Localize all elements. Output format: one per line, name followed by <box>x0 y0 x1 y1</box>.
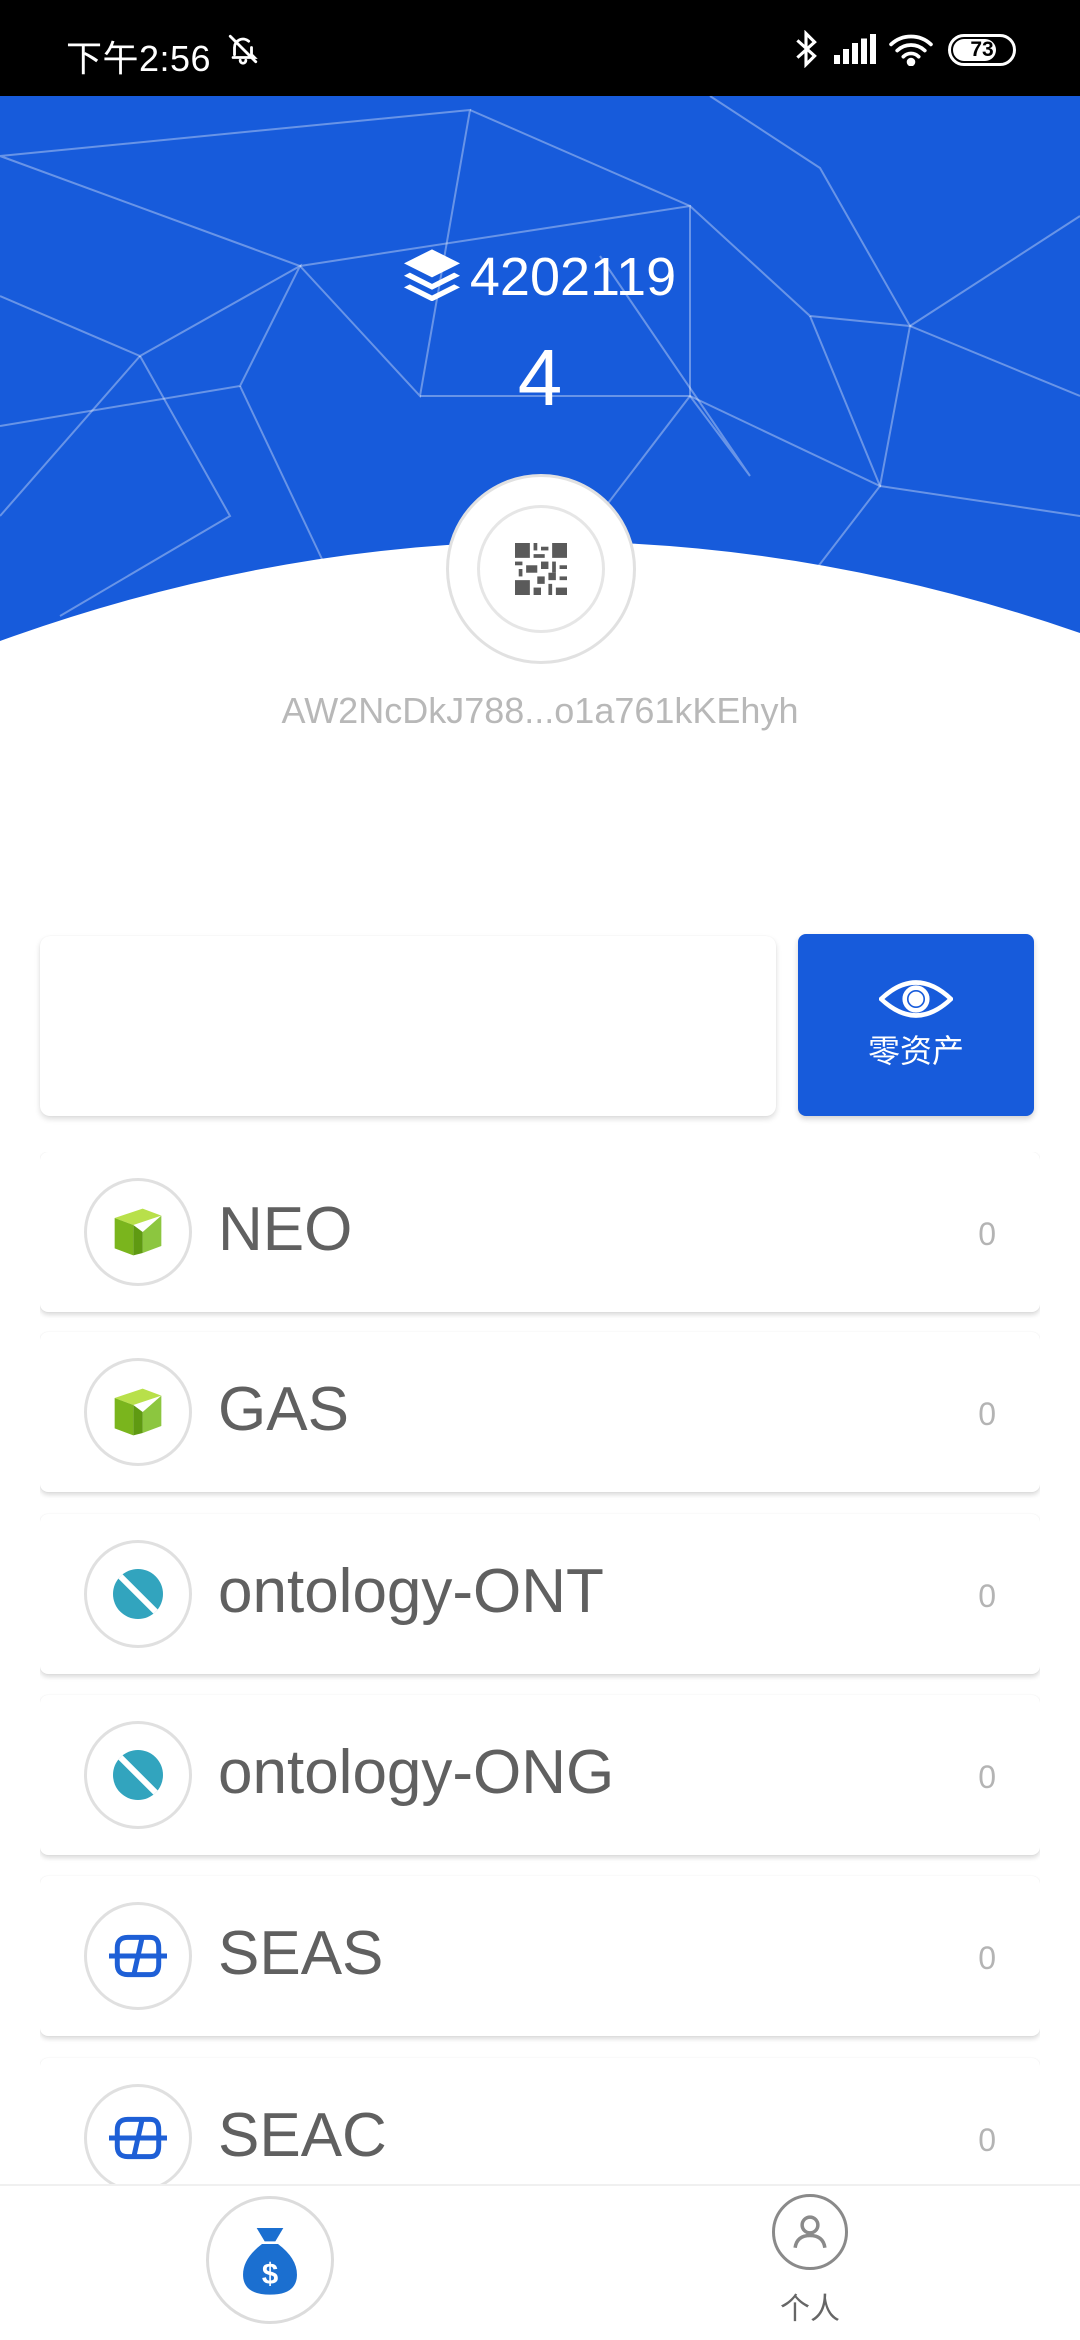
asset-name: SEAS <box>218 1919 384 1988</box>
neo-icon <box>84 1358 192 1466</box>
bell-off-icon <box>226 32 260 71</box>
ontology-icon <box>84 1540 192 1648</box>
sea-icon <box>84 1902 192 2010</box>
asset-list: NEO 0 GAS 0 ontology-ONT 0 ontology-ONG … <box>40 1152 1040 2184</box>
qr-code-button[interactable] <box>446 474 636 664</box>
asset-balance: 0 <box>978 1216 996 1252</box>
svg-text:$: $ <box>262 2258 278 2291</box>
bottom-nav: $ 个人 <box>0 2184 1080 2340</box>
wifi-icon <box>888 32 934 71</box>
money-bag-icon: $ <box>243 2228 297 2295</box>
signal-icon <box>834 34 876 69</box>
layers-icon <box>403 249 460 302</box>
asset-row-neo[interactable]: NEO 0 <box>40 1152 1040 1312</box>
asset-row-seac[interactable]: SEAC 0 <box>40 2058 1040 2184</box>
asset-name: SEAC <box>218 2101 387 2170</box>
asset-balance: 0 <box>978 1940 996 1976</box>
nav-wallet-tab[interactable]: $ <box>206 2196 334 2324</box>
asset-row-seas[interactable]: SEAS 0 <box>40 1876 1040 2036</box>
asset-name: ontology-ONT <box>218 1557 604 1626</box>
bluetooth-icon <box>795 29 817 73</box>
qr-code-ring <box>477 505 605 633</box>
sea-icon <box>84 2084 192 2184</box>
ontology-icon <box>84 1721 192 1829</box>
nav-me-tab[interactable]: 个人 <box>760 2194 860 2334</box>
eye-icon <box>879 980 953 1018</box>
asset-balance: 0 <box>978 1759 996 1795</box>
battery-level: 73 <box>970 38 994 61</box>
asset-row-gas[interactable]: GAS 0 <box>40 1332 1040 1492</box>
status-time: 下午2:56 <box>66 38 212 79</box>
battery-icon: 73 <box>948 34 1016 66</box>
asset-row-ontology-ont[interactable]: ontology-ONT 0 <box>40 1514 1040 1674</box>
asset-search-input[interactable] <box>40 936 776 1116</box>
zero-assets-toggle-button[interactable]: 零资产 <box>798 934 1034 1116</box>
asset-balance: 0 <box>978 1578 996 1614</box>
person-icon <box>772 2194 848 2270</box>
zero-assets-label: 零资产 <box>867 1033 964 1069</box>
block-height-value: 4202119 <box>469 247 677 307</box>
neo-icon <box>84 1178 192 1286</box>
asset-row-ontology-ong[interactable]: ontology-ONG 0 <box>40 1695 1040 1855</box>
qr-code-icon <box>515 543 567 595</box>
nav-me-label: 个人 <box>780 2293 840 2326</box>
status-bar: 下午2:56 73 <box>0 0 1080 96</box>
asset-count: 4 <box>517 333 563 422</box>
asset-name: NEO <box>218 1195 353 1264</box>
block-height: 4202119 <box>0 246 1080 308</box>
wallet-address[interactable]: AW2NcDkJ788...o1a761kKEhyh <box>0 690 1080 732</box>
asset-name: ontology-ONG <box>218 1738 615 1807</box>
asset-balance: 0 <box>978 2122 996 2158</box>
asset-name: GAS <box>218 1375 349 1444</box>
asset-balance: 0 <box>978 1396 996 1432</box>
